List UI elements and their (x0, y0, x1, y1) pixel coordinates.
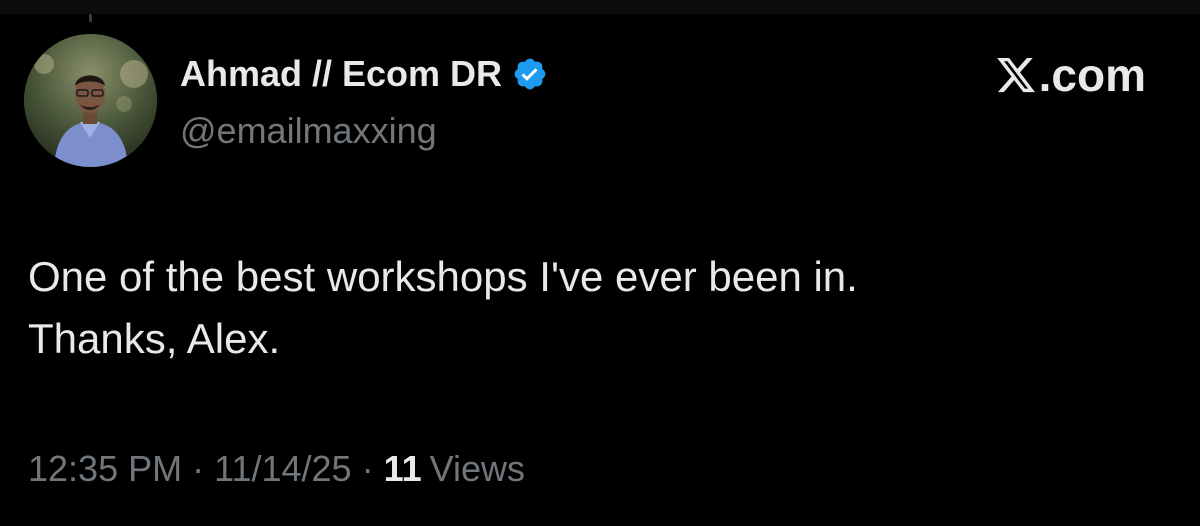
meta-separator: · (192, 448, 205, 489)
avatar[interactable] (24, 34, 157, 167)
x-logo-icon (995, 54, 1037, 96)
author-name-row: Ahmad // Ecom DR (180, 52, 548, 96)
verified-badge-icon (512, 56, 548, 92)
tweet-time[interactable]: 12:35 PM (28, 448, 182, 490)
tweet-date[interactable]: 11/14/25 (214, 448, 351, 490)
brand-watermark: .com (995, 49, 1146, 101)
tweet-line: Thanks, Alex. (28, 315, 281, 362)
tweet-text: One of the best workshops I've ever been… (28, 246, 1168, 370)
brand-label: .com (1038, 49, 1146, 101)
tweet-card: Ahmad // Ecom DR @emailmaxxing .com One … (0, 0, 1200, 526)
views-label[interactable]: Views (430, 448, 525, 490)
views-count[interactable]: 11 (384, 448, 422, 490)
profile-photo (24, 34, 157, 167)
author-handle[interactable]: @emailmaxxing (180, 110, 437, 152)
tweet-line: One of the best workshops I've ever been… (28, 253, 858, 300)
author-display-name[interactable]: Ahmad // Ecom DR (180, 53, 502, 95)
meta-separator: · (361, 448, 374, 489)
tweet-meta: 12:35 PM · 11/14/25 · 11 Views (28, 448, 525, 490)
